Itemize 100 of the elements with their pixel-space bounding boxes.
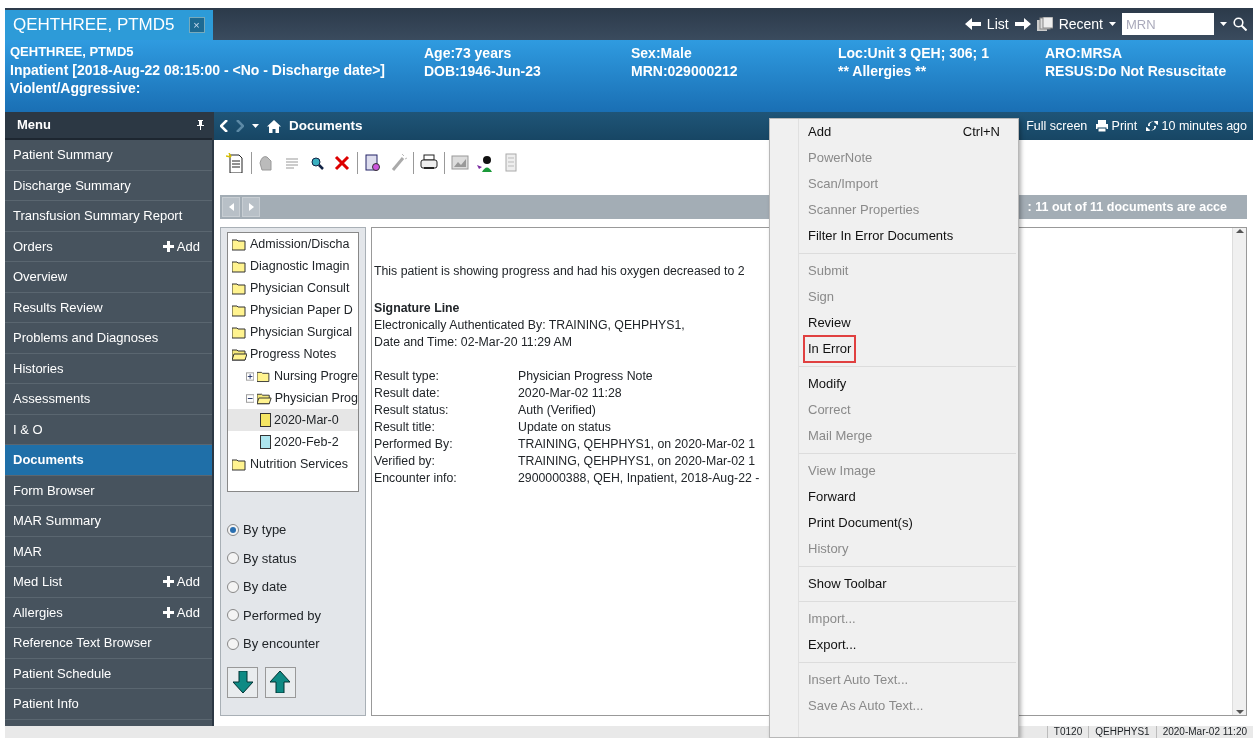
radio-button[interactable] (227, 552, 239, 565)
arrow-right-icon[interactable] (1014, 18, 1031, 30)
field-label: Result title: (374, 419, 436, 436)
delete-icon[interactable] (332, 153, 352, 173)
home-icon[interactable] (267, 119, 281, 133)
expand-icon[interactable] (246, 371, 255, 381)
radio-label: Performed by (243, 606, 322, 625)
field-label: Result type: (374, 368, 440, 385)
field-value: Update on status (518, 419, 611, 436)
toolbar-link[interactable]: 10 minutes ago (1146, 116, 1247, 136)
add-link[interactable]: Add (162, 236, 200, 256)
add-link[interactable]: Add (162, 602, 200, 622)
sidebar-item[interactable]: Allergies (13, 602, 63, 622)
status-text: 2020-Mar-02 11:20 (1155, 726, 1253, 738)
move-down-button[interactable] (227, 666, 258, 698)
field-label: Encounter info: (374, 470, 458, 487)
page-title: Documents (289, 116, 363, 135)
toolbar-link[interactable]: Full screen (1026, 116, 1088, 136)
toolbar-link[interactable]: Print (1096, 116, 1138, 136)
sidebar-item[interactable]: Med List (13, 572, 63, 592)
mrn-search-field[interactable]: MRN (1122, 13, 1214, 35)
banner-field: Loc:Unit 3 QEH; 306; 1 (838, 44, 1045, 62)
radio-button[interactable] (227, 523, 239, 536)
recent-menu[interactable]: Recent (1058, 13, 1103, 35)
tab-label: QEHTHREE, PTMD5 (13, 14, 175, 37)
sidebar-item[interactable]: Orders (13, 236, 53, 256)
radio-button[interactable] (227, 637, 239, 650)
radio-label: By encounter (243, 635, 320, 653)
field-value: TRAINING, QEHPHYS1, on 2020-Mar-02 1 (518, 453, 756, 470)
refresh-icon (1146, 120, 1159, 132)
arrow-down-icon (232, 671, 253, 693)
collapse-icon[interactable] (246, 393, 255, 403)
field-label: Result status: (374, 402, 450, 419)
radio-label: By type (243, 521, 287, 539)
scroll-down-icon[interactable] (1235, 709, 1244, 715)
arrow-left-icon[interactable] (964, 18, 981, 30)
arrow-up-icon (270, 671, 290, 693)
menu-item[interactable]: In Error (803, 335, 857, 363)
menu-item[interactable]: Modify (803, 370, 852, 398)
sidebar-item[interactable]: Documents (5, 445, 212, 476)
scroll-up-icon[interactable] (1235, 228, 1244, 234)
field-value: Physician Progress Note (518, 368, 653, 385)
printer-icon (1096, 120, 1109, 132)
close-button[interactable]: × (188, 17, 205, 33)
caret-right-icon (248, 203, 254, 211)
chart-icon[interactable] (450, 153, 470, 173)
add-link[interactable]: Add (162, 572, 200, 592)
tree-item[interactable]: Physician Consult (250, 278, 350, 298)
radio-label: By date (243, 578, 288, 596)
caret-icon[interactable] (252, 124, 259, 128)
banner-field: ** Allergies ** (838, 62, 1045, 80)
plus-icon (162, 240, 174, 252)
menu-item[interactable]: Add (803, 119, 837, 146)
banner-field: ARO:MRSA (1045, 44, 1248, 62)
folder-icon (257, 369, 271, 383)
caret-icon[interactable] (1109, 22, 1116, 26)
tree-item[interactable]: Physician Surgical (250, 322, 353, 342)
tree-item[interactable]: Physician Paper D (250, 300, 353, 320)
back-icon[interactable] (220, 120, 228, 132)
patient-name: QEHTHREE, PTMD5 (10, 43, 135, 61)
field-value: 2900000388, QEH, Inpatient, 2018-Aug-22 - (518, 470, 760, 487)
banner-field: Sex:Male (631, 44, 838, 62)
radio-button[interactable] (227, 609, 239, 622)
search-icon[interactable] (1233, 17, 1247, 31)
open-folder-icon (257, 391, 272, 405)
menu-title: Menu (17, 116, 51, 135)
menu-item[interactable]: Filter In Error Documents (803, 222, 959, 250)
encounter-text: Inpatient [2018-Aug-22 08:15:00 - <No - Discharge date>] (10, 61, 386, 79)
tree-item[interactable]: 2020-Feb-2 (274, 432, 339, 452)
document-text: This patient is showing progress and had his oxygen decreased to 2 (374, 263, 745, 280)
tree-item[interactable]: Nutrition Services (250, 454, 348, 474)
field-value: 2020-Mar-02 11:28 (518, 385, 622, 402)
tree-item[interactable]: Diagnostic Imagin (250, 256, 350, 276)
tree-item[interactable]: Nursing Progre (273, 366, 358, 386)
radio-button[interactable] (227, 580, 239, 593)
banner-field: DOB:1946-Jun-23 (424, 62, 631, 80)
scrollbar[interactable] (1232, 228, 1246, 715)
stacked-pages-icon (1036, 17, 1053, 31)
caret-icon[interactable] (1220, 22, 1227, 26)
plus-icon (162, 576, 174, 588)
info-message: : 11 out of 11 documents are acce (1027, 198, 1227, 216)
menu-item[interactable]: Forward (803, 483, 861, 511)
field-value: TRAINING, QEHPHYS1, on 2020-Mar-02 1 (518, 436, 756, 453)
person-icon[interactable] (475, 153, 495, 173)
list-link[interactable]: List (986, 13, 1009, 35)
menu-item[interactable]: Review (803, 309, 856, 337)
pin-icon[interactable] (197, 120, 204, 130)
field-value: Auth (Verified) (518, 402, 596, 419)
forward-icon[interactable] (236, 120, 244, 132)
menu-item[interactable]: Print Document(s) (803, 509, 918, 537)
tree-item[interactable]: Admission/Discha (250, 234, 350, 254)
tree-item[interactable]: Progress Notes (250, 344, 337, 364)
move-up-button[interactable] (264, 666, 296, 698)
menu-item[interactable]: Export... (803, 631, 862, 659)
menu-item[interactable]: Show Toolbar (803, 570, 892, 598)
patient-tab[interactable]: QEHTHREE, PTMD5 × (5, 10, 213, 40)
shortcut-text: Ctrl+N (962, 123, 1001, 142)
new-document-icon[interactable] (226, 153, 246, 173)
document-search-icon[interactable] (363, 153, 383, 173)
tree-item[interactable]: Physician Prog (274, 388, 358, 408)
